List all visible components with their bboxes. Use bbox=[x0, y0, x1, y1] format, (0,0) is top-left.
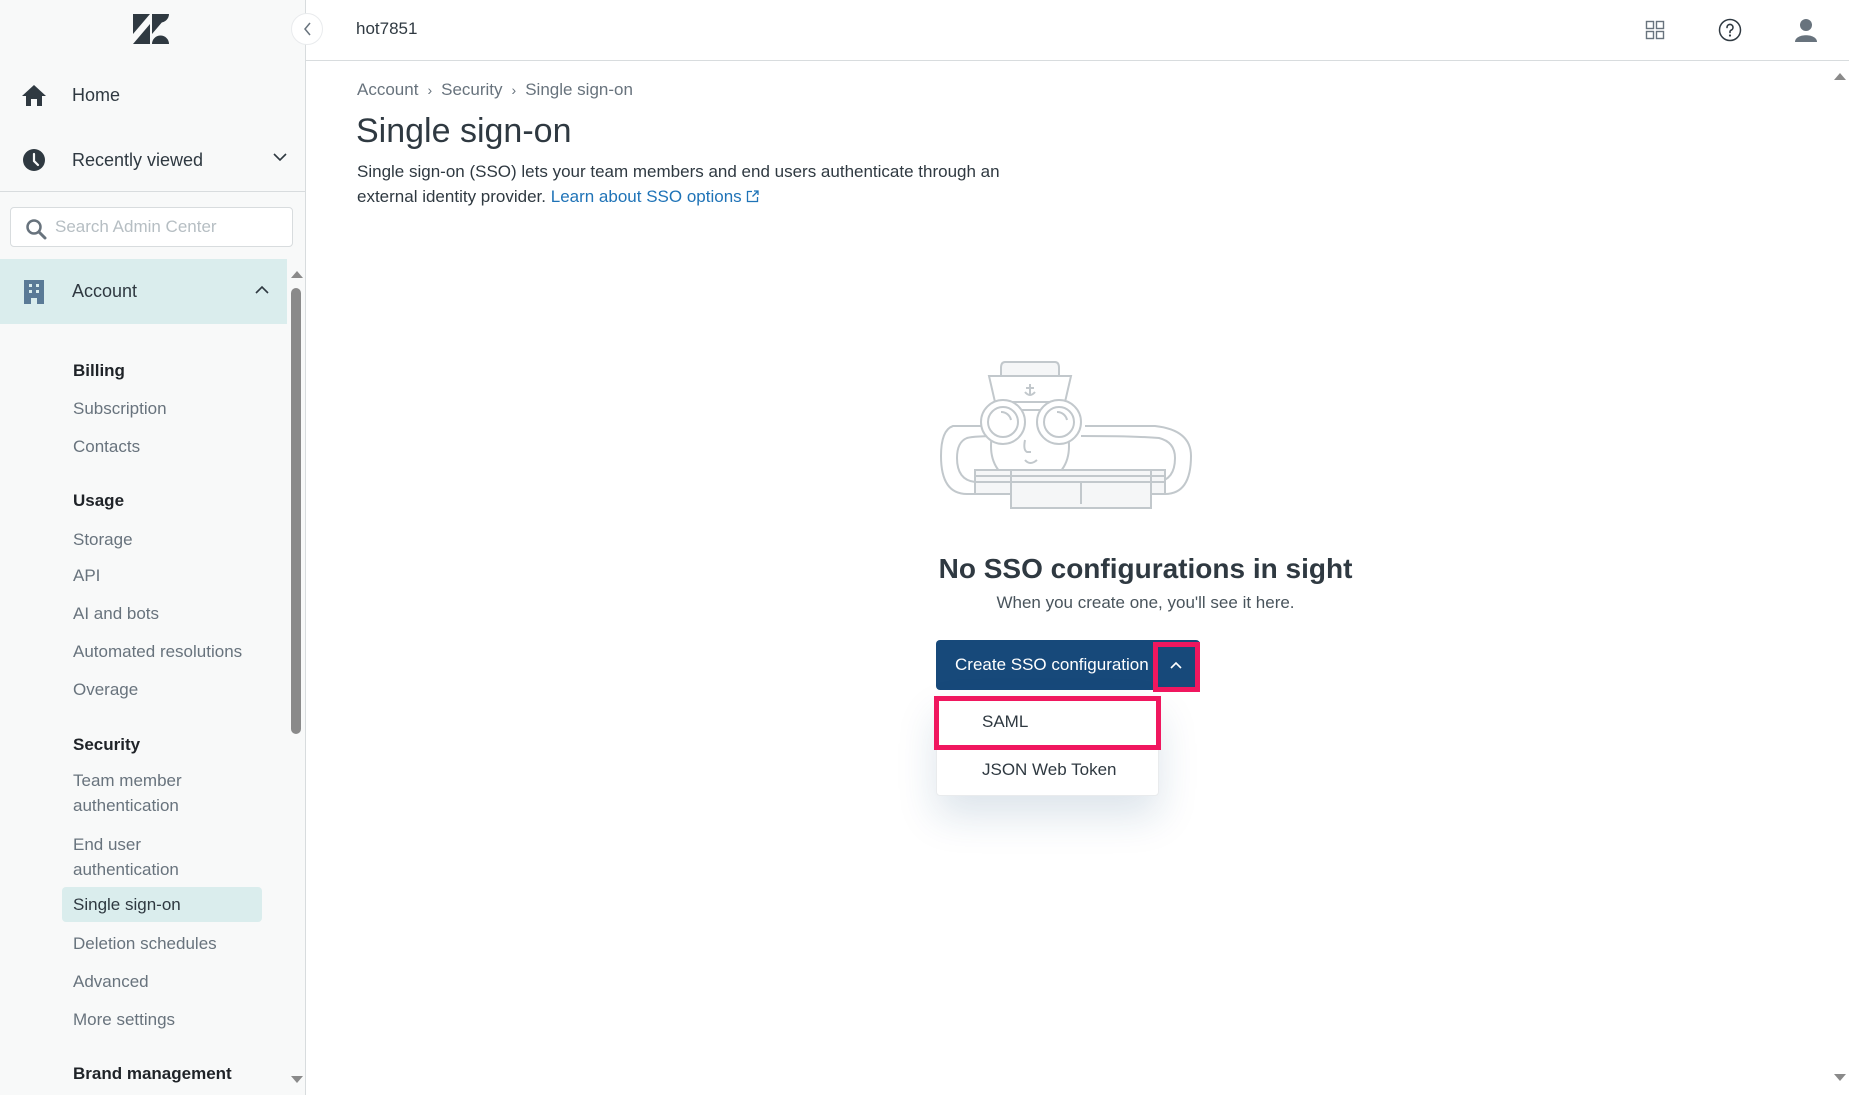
sidebar-scrollbar[interactable] bbox=[287, 259, 305, 1095]
sidebar-divider bbox=[0, 191, 306, 192]
main-content: Account › Security › Single sign-on Sing… bbox=[306, 62, 1849, 1095]
scrollbar-thumb[interactable] bbox=[291, 288, 301, 734]
nav-team-member-authentication[interactable]: Team member authentication bbox=[73, 768, 223, 818]
nav-more-settings[interactable]: More settings bbox=[73, 1007, 175, 1032]
help-button[interactable] bbox=[1717, 17, 1743, 43]
learn-link-label: Learn about SSO options bbox=[550, 187, 742, 206]
nav-advanced[interactable]: Advanced bbox=[73, 969, 149, 994]
chevron-up-icon[interactable] bbox=[254, 285, 270, 295]
account-name: hot7851 bbox=[356, 19, 418, 38]
nav-ai-and-bots[interactable]: AI and bots bbox=[73, 601, 159, 626]
products-button[interactable] bbox=[1642, 17, 1668, 43]
page-description: Single sign-on (SSO) lets your team memb… bbox=[357, 159, 1037, 209]
user-profile-icon bbox=[1795, 19, 1817, 42]
search-input[interactable] bbox=[55, 217, 285, 237]
chevron-left-icon bbox=[304, 22, 311, 36]
building-icon bbox=[24, 280, 44, 304]
products-grid-icon bbox=[1645, 20, 1665, 40]
breadcrumb-security[interactable]: Security bbox=[441, 80, 502, 100]
nav-end-user-authentication[interactable]: End user authentication bbox=[73, 832, 223, 882]
section-heading-security: Security bbox=[73, 735, 141, 754]
nav-storage[interactable]: Storage bbox=[73, 527, 133, 552]
nav-recently-viewed-label: Recently viewed bbox=[72, 149, 204, 170]
menu-item-json-web-token[interactable]: JSON Web Token bbox=[937, 749, 1160, 791]
breadcrumb-separator-icon: › bbox=[427, 82, 433, 98]
scroll-up-arrow-icon[interactable] bbox=[1834, 73, 1846, 80]
empty-state-subtitle: When you create one, you'll see it here. bbox=[996, 593, 1295, 612]
nav-recently-viewed[interactable]: Recently viewed bbox=[0, 135, 306, 185]
zendesk-logo-icon[interactable] bbox=[133, 14, 169, 44]
nav-contacts[interactable]: Contacts bbox=[73, 434, 140, 459]
page-title: Single sign-on bbox=[356, 112, 572, 150]
section-heading-billing: Billing bbox=[73, 361, 125, 380]
section-heading-brand-management[interactable]: Brand management bbox=[73, 1064, 232, 1084]
help-icon bbox=[1718, 18, 1742, 42]
nav-overage[interactable]: Overage bbox=[73, 677, 138, 702]
chevron-up-icon bbox=[1170, 661, 1182, 669]
nav-account[interactable]: Account bbox=[0, 259, 287, 324]
create-sso-configuration-label: Create SSO configuration bbox=[955, 655, 1149, 674]
nav-home[interactable]: Home bbox=[0, 70, 306, 120]
nav-single-sign-on[interactable]: Single sign-on bbox=[62, 887, 262, 922]
sailor-binoculars-illustration bbox=[939, 361, 1193, 509]
top-header: hot7851 bbox=[306, 0, 1849, 61]
scroll-down-arrow-icon[interactable] bbox=[291, 1076, 303, 1083]
sso-type-dropdown-menu: SAML JSON Web Token bbox=[936, 696, 1159, 796]
external-link-icon bbox=[747, 190, 760, 203]
nav-deletion-schedules[interactable]: Deletion schedules bbox=[73, 931, 217, 956]
search-box[interactable] bbox=[10, 207, 293, 247]
collapse-sidebar-button[interactable] bbox=[291, 13, 323, 45]
create-sso-dropdown-toggle[interactable] bbox=[1156, 644, 1196, 686]
learn-sso-options-link[interactable]: Learn about SSO options bbox=[551, 187, 760, 206]
nav-api[interactable]: API bbox=[73, 563, 100, 588]
search-icon bbox=[26, 219, 47, 240]
nav-home-label: Home bbox=[72, 84, 121, 105]
menu-item-saml[interactable]: SAML bbox=[937, 701, 1160, 743]
nav-automated-resolutions[interactable]: Automated resolutions bbox=[73, 639, 242, 664]
breadcrumb-account[interactable]: Account bbox=[357, 80, 418, 100]
section-heading-usage: Usage bbox=[73, 491, 125, 510]
create-sso-configuration-button[interactable]: Create SSO configuration bbox=[936, 640, 1200, 690]
clock-icon bbox=[23, 149, 45, 171]
breadcrumb: Account › Security › Single sign-on bbox=[357, 80, 633, 100]
chevron-down-icon[interactable] bbox=[272, 152, 288, 162]
empty-state-title: No SSO configurations in sight bbox=[938, 553, 1353, 584]
breadcrumb-separator-icon: › bbox=[511, 82, 517, 98]
scroll-up-arrow-icon[interactable] bbox=[291, 271, 303, 278]
breadcrumb-current: Single sign-on bbox=[525, 80, 633, 99]
home-icon bbox=[22, 85, 46, 106]
sidebar: Home Recently viewed Account Billing Sub… bbox=[0, 0, 306, 1095]
user-menu-button[interactable] bbox=[1793, 17, 1819, 43]
nav-account-label: Account bbox=[72, 281, 138, 301]
scroll-down-arrow-icon[interactable] bbox=[1834, 1074, 1846, 1081]
nav-subscription[interactable]: Subscription bbox=[73, 396, 167, 421]
main-scrollbar[interactable] bbox=[1831, 62, 1849, 1095]
